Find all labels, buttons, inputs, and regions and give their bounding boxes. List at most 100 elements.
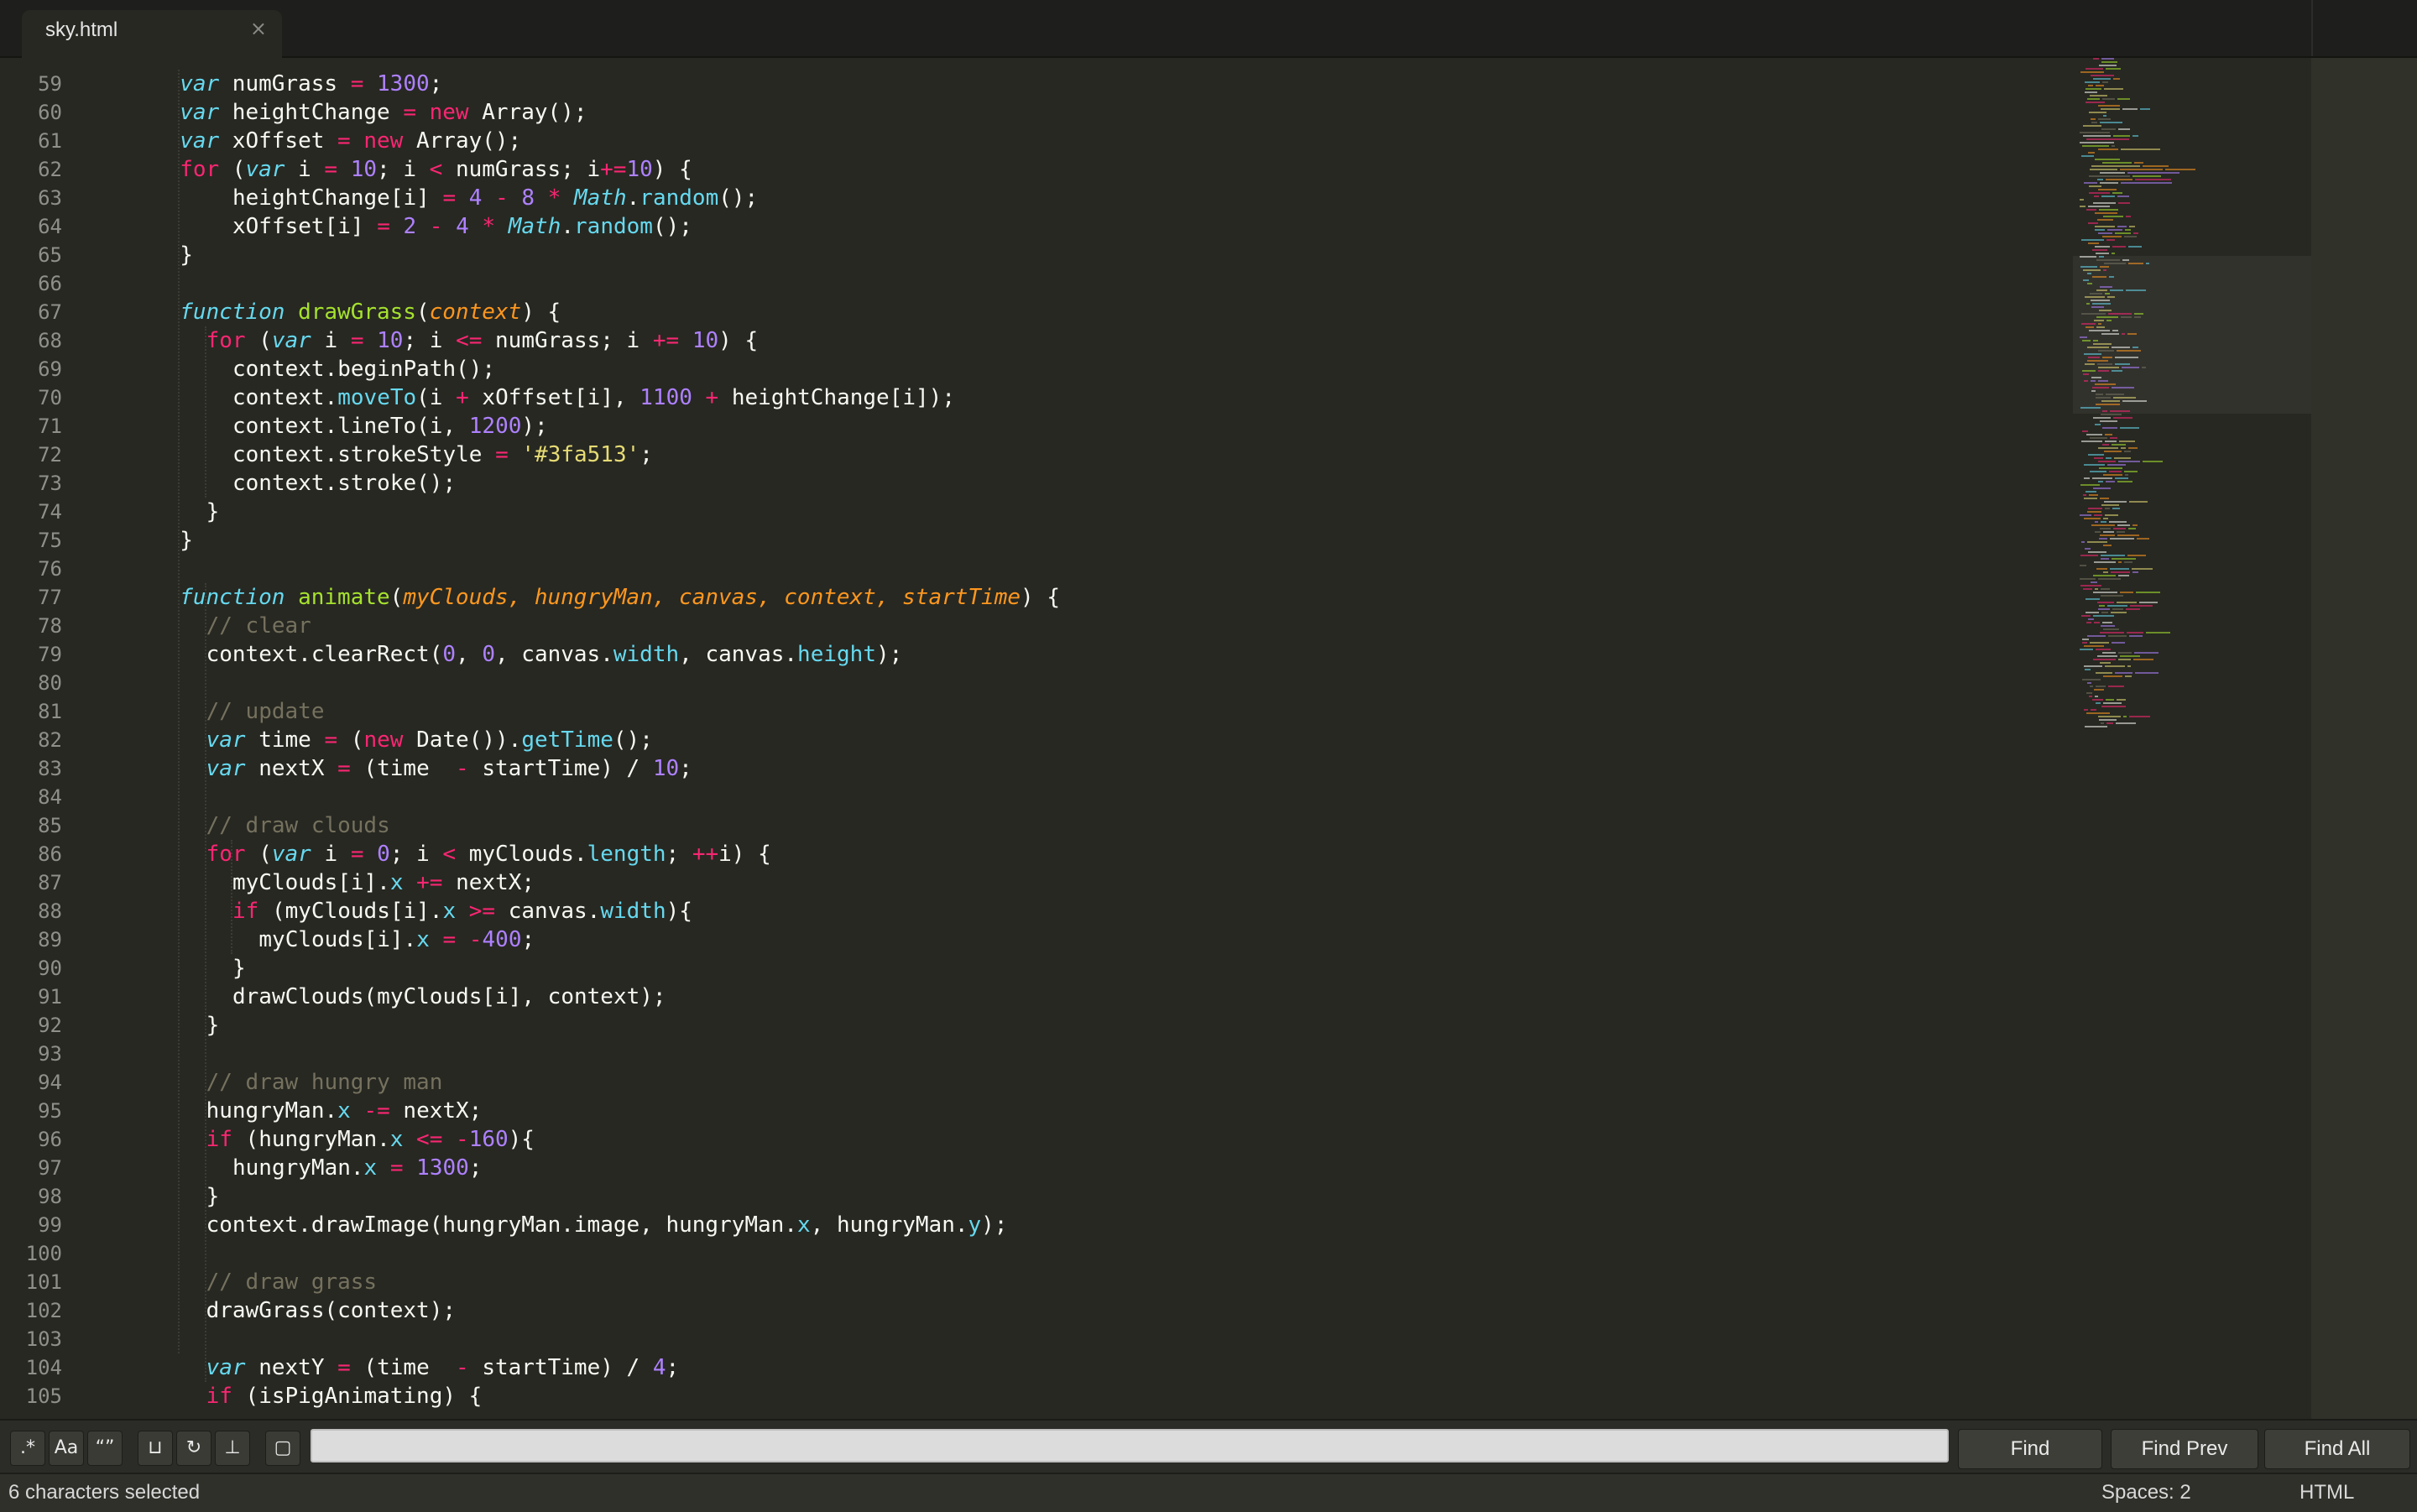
code-line[interactable]: // draw grass — [206, 1268, 378, 1296]
minimap-line — [2140, 108, 2150, 110]
case-sensitive-toggle[interactable]: Aa — [49, 1431, 84, 1466]
code-editor[interactable]: 59 60 61 62 63 64 65 66 67 68 69 70 71 72 73 74 75 76 77 78… — [0, 58, 2308, 1419]
code-line[interactable]: function animate(myClouds, hungryMan, ca… — [180, 583, 1060, 612]
code-line[interactable]: context.lineTo(i, 1200); — [232, 412, 548, 441]
code-line[interactable]: if (hungryMan.x <= -160){ — [206, 1125, 535, 1154]
minimap-line — [2095, 229, 2105, 231]
code-line[interactable]: context.beginPath(); — [232, 355, 495, 383]
regex-toggle[interactable]: .* — [10, 1431, 45, 1466]
find-input[interactable] — [311, 1429, 1949, 1462]
minimap-viewport[interactable] — [2073, 256, 2311, 414]
code-line[interactable]: } — [206, 498, 220, 526]
code-line[interactable]: context.clearRect(0, 0, canvas.width, ca… — [206, 640, 903, 669]
code-line[interactable]: if (isPigAnimating) { — [206, 1382, 483, 1410]
code-token: var — [206, 727, 246, 753]
minimap-line — [2122, 333, 2125, 335]
code-line[interactable]: } — [206, 1011, 220, 1040]
code-line[interactable]: for (var i = 10; i < numGrass; i+=10) { — [180, 155, 692, 184]
code-line[interactable]: context.strokeStyle = '#3fa513'; — [232, 441, 653, 469]
code-line[interactable]: drawGrass(context); — [206, 1296, 456, 1325]
code-line[interactable]: var numGrass = 1300; — [180, 70, 442, 98]
find-button[interactable]: Find — [1958, 1429, 2102, 1469]
minimap-line — [2095, 424, 2101, 425]
code-line[interactable]: myClouds[i].x += nextX; — [232, 868, 535, 897]
minimap-line — [2112, 347, 2130, 348]
minimap-line — [2113, 397, 2136, 399]
code-line[interactable]: drawClouds(myClouds[i], context); — [232, 983, 666, 1011]
code-line[interactable]: hungryMan.x -= nextX; — [206, 1097, 483, 1125]
minimap-line — [2125, 229, 2131, 231]
minimap-line — [2082, 370, 2096, 372]
code-line[interactable]: // clear — [206, 612, 311, 640]
code-line[interactable]: } — [180, 526, 193, 555]
code-line[interactable]: hungryMan.x = 1300; — [232, 1154, 482, 1182]
minimap-line — [2098, 105, 2120, 107]
code-line[interactable]: function drawGrass(context) { — [180, 298, 561, 326]
minimap-line — [2084, 665, 2102, 667]
code-token: 10 — [626, 157, 653, 182]
minimap-line — [2101, 588, 2110, 590]
minimap-line — [2096, 649, 2111, 650]
minimap-line — [2097, 363, 2112, 365]
highlight-matches-toggle[interactable]: ▢ — [265, 1431, 300, 1466]
code-line[interactable]: for (var i = 10; i <= numGrass; i += 10)… — [206, 326, 759, 355]
minimap-line — [2086, 622, 2091, 623]
code-line[interactable]: var xOffset = new Array(); — [180, 127, 521, 155]
code-line[interactable]: // draw clouds — [206, 811, 390, 840]
code-area[interactable]: var numGrass = 1300; var heightChange = n… — [0, 58, 2056, 1419]
code-line[interactable]: context.stroke(); — [232, 469, 456, 498]
minimap-line — [2134, 652, 2159, 654]
minimap-line — [2083, 135, 2111, 137]
minimap-line — [2112, 387, 2134, 388]
minimap-line — [2088, 508, 2102, 509]
find-all-button[interactable]: Find All — [2264, 1429, 2410, 1469]
wrap-toggle[interactable]: ↻ — [176, 1431, 211, 1466]
code-token: , canvas. — [494, 642, 613, 667]
code-token: startTime) / — [468, 756, 653, 781]
minimap-line — [2113, 135, 2130, 137]
code-token: getTime — [521, 727, 613, 753]
minimap-line — [2099, 719, 2117, 721]
minimap-line — [2117, 699, 2126, 701]
file-tab[interactable]: sky.html × — [22, 10, 282, 58]
code-token: hungryMan. — [232, 1155, 364, 1181]
preserve-case-toggle[interactable]: ⊥ — [215, 1431, 250, 1466]
minimap-line — [2103, 518, 2108, 519]
code-line[interactable]: // draw hungry man — [206, 1068, 443, 1097]
code-line[interactable]: xOffset[i] = 2 - 4 * Math.random(); — [232, 212, 692, 241]
code-line[interactable]: var nextX = (time - startTime) / 10; — [206, 754, 692, 783]
minimap-line — [2084, 380, 2088, 382]
code-token: } — [180, 242, 193, 268]
code-token: ); — [981, 1212, 1008, 1238]
code-line[interactable]: for (var i = 0; i < myClouds.length; ++i… — [206, 840, 771, 868]
minimap[interactable] — [2073, 58, 2311, 729]
code-token: 8 — [508, 185, 535, 211]
code-line[interactable]: var heightChange = new Array(); — [180, 98, 587, 127]
close-icon[interactable]: × — [250, 17, 267, 40]
in-selection-toggle[interactable]: ⊔ — [138, 1431, 173, 1466]
minimap-line — [2093, 343, 2112, 345]
code-line[interactable]: context.drawImage(hungryMan.image, hungr… — [206, 1211, 1008, 1239]
code-line[interactable]: } — [232, 954, 246, 983]
code-line[interactable]: } — [206, 1182, 220, 1211]
whole-word-toggle[interactable]: “” — [87, 1431, 123, 1466]
code-line[interactable]: if (myClouds[i].x >= canvas.width){ — [232, 897, 692, 925]
indentation-setting[interactable]: Spaces: 2 — [2101, 1481, 2191, 1504]
code-line[interactable]: var nextY = (time - startTime) / 4; — [206, 1353, 680, 1382]
minimap-line — [2113, 417, 2132, 419]
code-line[interactable]: var time = (new Date()).getTime(); — [206, 726, 653, 754]
minimap-line — [2122, 108, 2138, 110]
code-line[interactable]: myClouds[i].x = -400; — [258, 925, 535, 954]
code-token: 400 — [482, 927, 522, 952]
find-prev-button[interactable]: Find Prev — [2111, 1429, 2258, 1469]
code-line[interactable]: // update — [206, 697, 325, 726]
minimap-line — [2088, 454, 2104, 456]
indent-guide — [231, 840, 232, 954]
minimap-line — [2085, 296, 2105, 298]
code-line[interactable]: context.moveTo(i + xOffset[i], 1100 + he… — [232, 383, 955, 412]
syntax-setting[interactable]: HTML — [2300, 1481, 2354, 1504]
minimap-line — [2117, 602, 2137, 603]
code-line[interactable]: } — [180, 241, 193, 269]
minimap-line — [2086, 138, 2129, 140]
code-line[interactable]: heightChange[i] = 4 - 8 * Math.random(); — [232, 184, 758, 212]
